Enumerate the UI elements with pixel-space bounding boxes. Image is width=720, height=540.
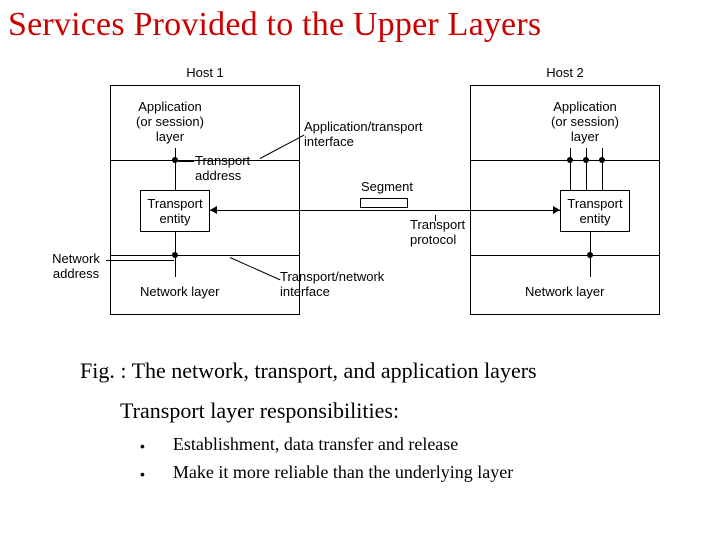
bullet-text-2: Make it more reliable than the underlyin… (173, 462, 513, 486)
protocol-arrow-left (210, 206, 217, 214)
host2-divider-top (470, 160, 660, 161)
host2-netlayer-label: Network layer (525, 285, 625, 300)
host2-netdot (587, 252, 593, 258)
responsibilities-heading: Transport layer responsibilities: (120, 398, 399, 424)
network-diagram: Host 1 Application (or session) layer Tr… (70, 60, 690, 340)
host2-app-label: Application (or session) layer (540, 100, 630, 145)
bullet-text-1: Establishment, data transfer and release (173, 434, 458, 458)
bullet-dot: • (140, 434, 145, 458)
bullet-list: • Establishment, data transfer and relea… (140, 434, 513, 490)
host1-divider-bottom (110, 255, 300, 256)
transport-protocol-label: Transport protocol (410, 218, 480, 248)
network-address-label: Network address (46, 252, 106, 282)
bullet-dot: • (140, 462, 145, 486)
transport-addr-leader (178, 161, 194, 162)
protocol-line (210, 210, 560, 211)
host2-dot2 (583, 157, 589, 163)
host2-label: Host 2 (530, 66, 600, 81)
segment-box (360, 198, 408, 208)
bullet-row-1: • Establishment, data transfer and relea… (140, 434, 513, 458)
bullet-row-2: • Make it more reliable than the underly… (140, 462, 513, 486)
host1-app-entity-line (175, 148, 176, 190)
host2-dot3 (599, 157, 605, 163)
app-transport-if-label: Application/transport interface (304, 120, 444, 150)
host1-app-label: Application (or session) layer (125, 100, 215, 145)
host1-label: Host 1 (170, 66, 240, 81)
figure-caption: Fig. : The network, transport, and appli… (80, 358, 537, 384)
slide-title: Services Provided to the Upper Layers (0, 0, 720, 44)
transport-address-label: Transport address (195, 154, 260, 184)
transport-net-if-label: Transport/network interface (280, 270, 410, 300)
host2-app-line2 (586, 148, 587, 190)
host1-netlayer-label: Network layer (140, 285, 240, 300)
protocol-leader (435, 215, 436, 221)
host2-entity-label: Transport entity (563, 197, 627, 227)
host2-divider-bottom (470, 255, 660, 256)
protocol-arrow-right (553, 206, 560, 214)
host2-app-line3 (602, 148, 603, 190)
network-addr-leader (106, 260, 174, 261)
host1-transport-addr-dot (172, 157, 178, 163)
host1-network-addr-dot (172, 252, 178, 258)
host1-entity-label: Transport entity (143, 197, 207, 227)
host2-dot1 (567, 157, 573, 163)
host2-app-line1 (570, 148, 571, 190)
segment-label: Segment (352, 180, 422, 195)
